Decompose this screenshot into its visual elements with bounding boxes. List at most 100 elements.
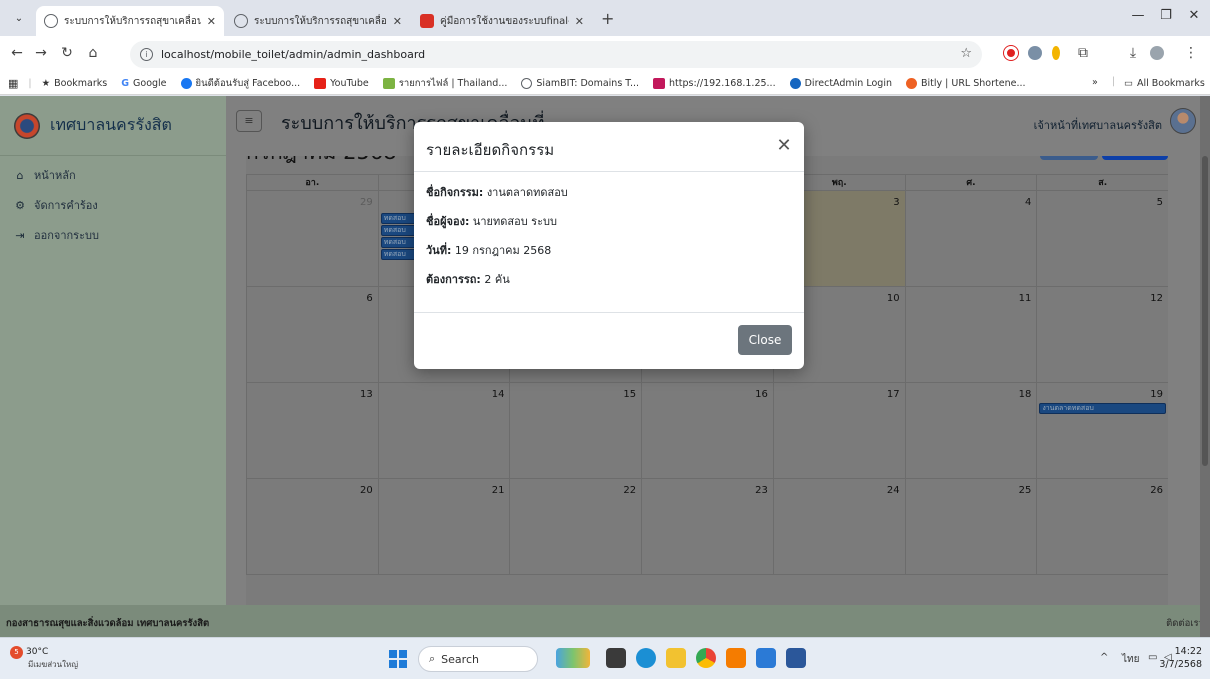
widgets-icon[interactable] <box>556 648 590 668</box>
day-number[interactable]: 24 <box>887 485 900 496</box>
sidebar-item-logout[interactable]: ⇥ ออกจากระบบ <box>0 220 226 250</box>
windows-start-icon[interactable] <box>389 650 407 668</box>
calendar-day[interactable]: 29 <box>246 191 378 286</box>
browser-menu-icon[interactable]: ⋮ <box>1182 45 1200 61</box>
day-number[interactable]: 13 <box>360 389 373 400</box>
tab-close-icon[interactable]: ✕ <box>575 15 584 28</box>
back-icon[interactable]: ← <box>8 45 26 61</box>
language-indicator[interactable]: ไทย <box>1122 652 1139 667</box>
calendar-day[interactable]: 17 <box>772 383 905 478</box>
reload-icon[interactable]: ↻ <box>58 45 76 61</box>
calendar-day[interactable]: 23 <box>641 479 773 574</box>
day-number[interactable]: 20 <box>360 485 373 496</box>
calendar-day[interactable]: 21 <box>377 479 510 574</box>
day-number[interactable]: 11 <box>1019 293 1032 304</box>
day-number[interactable]: 10 <box>887 293 900 304</box>
day-number[interactable]: 17 <box>887 389 900 400</box>
day-number[interactable]: 12 <box>1150 293 1163 304</box>
home-icon[interactable]: ⌂ <box>84 45 102 61</box>
close-icon[interactable]: ✕ <box>774 135 794 156</box>
calendar-day[interactable]: 6 <box>246 287 378 382</box>
day-number[interactable]: 4 <box>1025 197 1031 208</box>
bookmark-youtube[interactable]: YouTube <box>314 78 369 89</box>
chevron-up-icon[interactable]: ^ <box>1100 652 1108 663</box>
tab-close-icon[interactable]: ✕ <box>393 15 402 28</box>
record-extension-icon[interactable] <box>1004 46 1018 60</box>
new-tab-icon[interactable]: + <box>601 9 614 28</box>
network-icon[interactable]: ▭ <box>1148 652 1157 663</box>
calendar-day[interactable]: 25 <box>904 479 1037 574</box>
bookmark-local-ip[interactable]: https://192.168.1.25... <box>653 78 776 89</box>
bookmark-bitly[interactable]: Bitly | URL Shortene... <box>905 78 1026 89</box>
day-number[interactable]: 14 <box>492 389 505 400</box>
download-icon[interactable]: ⤓ <box>1124 45 1142 61</box>
edge-browser-icon[interactable] <box>636 648 656 668</box>
page-scrollbar[interactable] <box>1200 96 1210 637</box>
day-number[interactable]: 16 <box>755 389 768 400</box>
calendar-day[interactable]: 18 <box>904 383 1037 478</box>
vscode-icon[interactable] <box>756 648 776 668</box>
weather-widget[interactable]: 5 30°C มีเมฆส่วนใหญ่ <box>10 646 78 670</box>
bookmark-thailand[interactable]: รายการไฟล์ | Thailand... <box>382 76 507 91</box>
tab-close-icon[interactable]: ✕ <box>207 15 216 28</box>
day-number[interactable]: 18 <box>1019 389 1032 400</box>
menu-toggle-button[interactable]: ≡ <box>236 110 262 132</box>
bookmark-star-icon[interactable]: ☆ <box>960 46 972 61</box>
browser-tab-3[interactable]: คู่มือการใช้งานของระบบfinal-1.pdf ✕ <box>412 6 592 36</box>
calendar-day[interactable]: 5 <box>1036 191 1168 286</box>
site-info-icon[interactable]: i <box>140 48 153 61</box>
bookmark-facebook[interactable]: ยินดีต้อนรับสู่ Faceboo... <box>180 76 300 91</box>
restore-icon[interactable]: ❐ <box>1156 8 1176 23</box>
apps-grid-icon[interactable]: ▦ <box>8 77 18 90</box>
minimize-icon[interactable]: — <box>1128 8 1148 23</box>
day-number[interactable]: 5 <box>1157 197 1163 208</box>
extension-icon[interactable] <box>1028 46 1042 60</box>
calendar-day[interactable]: 19 งานตลาดทดสอบ <box>1036 383 1168 478</box>
calendar-day[interactable]: 4 <box>904 191 1037 286</box>
calendar-day[interactable]: 11 <box>904 287 1037 382</box>
all-bookmarks-button[interactable]: ▭ All Bookmarks <box>1124 78 1205 89</box>
window-close-icon[interactable]: ✕ <box>1184 8 1204 23</box>
calendar-day[interactable]: 22 <box>509 479 641 574</box>
day-number[interactable]: 29 <box>360 197 373 208</box>
bookmark-siambit[interactable]: SiamBIT: Domains T... <box>521 78 639 89</box>
contact-link[interactable]: ติดต่อเรา <box>1166 616 1204 631</box>
close-button[interactable]: Close <box>738 325 792 355</box>
avatar[interactable] <box>1170 108 1196 134</box>
day-number[interactable]: 25 <box>1019 485 1032 496</box>
day-number[interactable]: 23 <box>755 485 768 496</box>
day-number[interactable]: 6 <box>366 293 372 304</box>
calendar-event[interactable]: งานตลาดทดสอบ <box>1039 403 1167 414</box>
tab-search-chevron-icon[interactable]: ⌄ <box>8 10 30 28</box>
browser-tab-2[interactable]: ระบบการให้บริการรถสุขาเคลื่อนที่ กอ ✕ <box>226 6 410 36</box>
bookmark-google[interactable]: G Google <box>121 78 166 89</box>
brand[interactable]: เทศบาลนครรังสิต <box>0 96 226 156</box>
clock[interactable]: 14:22 3/7/2568 <box>1159 645 1202 671</box>
day-number[interactable]: 21 <box>492 485 505 496</box>
app-icon[interactable] <box>726 648 746 668</box>
file-explorer-icon[interactable] <box>666 648 686 668</box>
bookmark-directadmin[interactable]: DirectAdmin Login <box>789 78 892 89</box>
calendar-day[interactable]: 14 <box>377 383 510 478</box>
bookmark-bookmarks[interactable]: ★ Bookmarks <box>42 78 108 89</box>
word-icon[interactable] <box>786 648 806 668</box>
calendar-day[interactable]: 24 <box>772 479 905 574</box>
chrome-icon[interactable] <box>696 648 716 668</box>
calendar-day[interactable]: 13 <box>246 383 378 478</box>
scrollbar-thumb[interactable] <box>1202 156 1208 466</box>
day-number[interactable]: 26 <box>1150 485 1163 496</box>
sidebar-item-home[interactable]: ⌂ หน้าหลัก <box>0 160 226 190</box>
lightbulb-extension-icon[interactable] <box>1052 46 1060 60</box>
day-number[interactable]: 3 <box>893 197 899 208</box>
calendar-day[interactable]: 26 <box>1036 479 1168 574</box>
profile-avatar[interactable] <box>1150 46 1164 60</box>
day-number[interactable]: 15 <box>623 389 636 400</box>
day-number[interactable]: 19 <box>1150 389 1163 400</box>
calendar-day[interactable]: 15 <box>509 383 641 478</box>
current-user[interactable]: เจ้าหน้าที่เทศบาลนครรังสิต <box>1034 116 1162 134</box>
task-view-icon[interactable] <box>606 648 626 668</box>
calendar-day[interactable]: 16 <box>641 383 773 478</box>
day-number[interactable]: 22 <box>623 485 636 496</box>
sidebar-item-manage-requests[interactable]: ⚙ จัดการคำร้อง <box>0 190 226 220</box>
url-field[interactable]: i localhost/mobile_toilet/admin/admin_da… <box>130 41 982 68</box>
